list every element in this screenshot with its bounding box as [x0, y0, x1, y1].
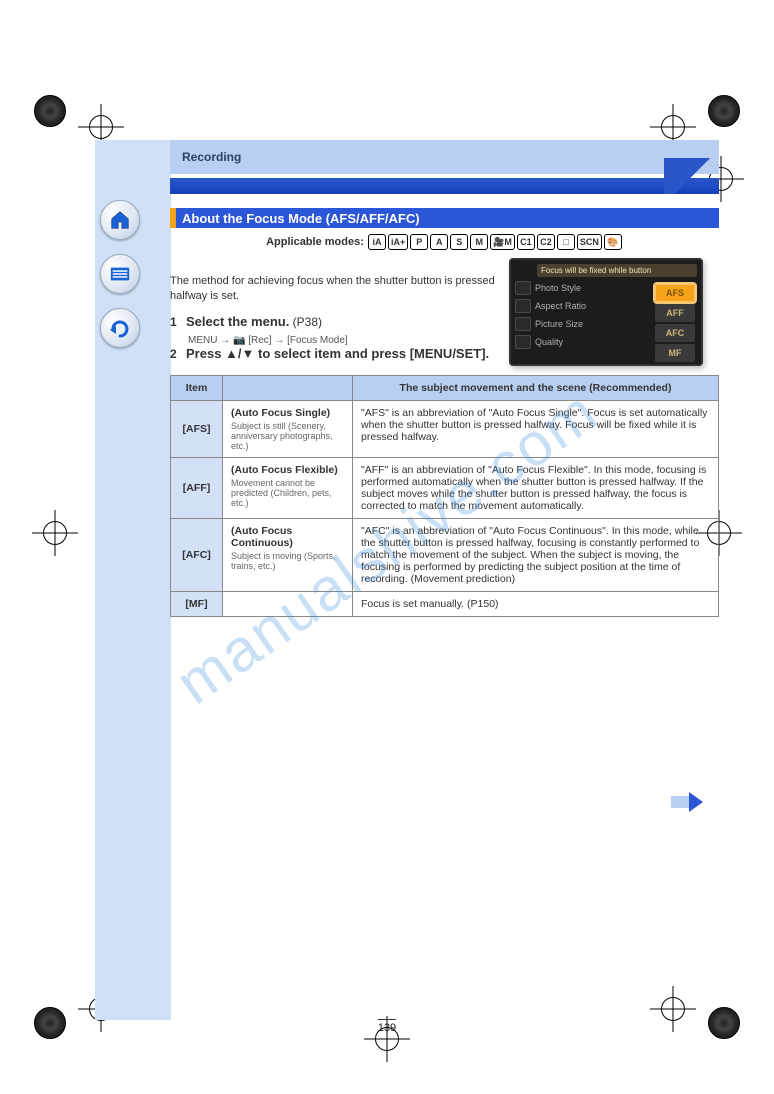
- thumb-option: AFC: [655, 324, 695, 342]
- thumb-option: AFF: [655, 304, 695, 322]
- mode-icon: SCN: [577, 234, 602, 250]
- sub-cell: (Auto Focus Continuous)Subject is moving…: [223, 518, 353, 591]
- mode-icon: C1: [517, 234, 535, 250]
- thumb-option: AFS: [655, 284, 695, 302]
- aspect-ratio-icon: [515, 299, 531, 313]
- camera-screen-thumbnail: Focus will be fixed while button Photo S…: [509, 258, 703, 366]
- mode-icon: □: [557, 234, 575, 250]
- mode-icon: iA: [368, 234, 386, 250]
- th-blank: [223, 375, 353, 400]
- continue-arrow-icon: [689, 792, 703, 812]
- picture-size-icon: [515, 317, 531, 331]
- desc-cell: "AFF" is an abbreviation of "Auto Focus …: [353, 457, 719, 518]
- blue-divider-bar: [170, 178, 719, 194]
- mode-icon-strip: iAiA+PASM🎥MC1C2□SCN🎨: [367, 237, 623, 248]
- thumb-banner: Focus will be fixed while button: [537, 264, 697, 277]
- applicable-modes-label: Applicable modes:: [266, 236, 364, 248]
- menu-nav-button[interactable]: [100, 254, 140, 294]
- table-row: [AFC](Auto Focus Continuous)Subject is m…: [171, 518, 719, 591]
- table-row: [MF] Focus is set manually. (P150): [171, 591, 719, 616]
- desc-cell: "AFS" is an abbreviation of "Auto Focus …: [353, 400, 719, 457]
- mode-icon: S: [450, 234, 468, 250]
- mode-icon: iA+: [388, 234, 408, 250]
- desc-cell: Focus is set manually. (P150): [353, 591, 719, 616]
- mode-cell: [AFC]: [171, 518, 223, 591]
- mode-icon: 🎥M: [490, 234, 515, 250]
- sub-cell: (Auto Focus Flexible)Movement cannot be …: [223, 457, 353, 518]
- table-row: [AFF](Auto Focus Flexible)Movement canno…: [171, 457, 719, 518]
- th-desc: The subject movement and the scene (Reco…: [353, 375, 719, 400]
- mode-icon: A: [430, 234, 448, 250]
- back-nav-button[interactable]: [100, 308, 140, 348]
- mode-cell: [AFF]: [171, 457, 223, 518]
- mode-icon: P: [410, 234, 428, 250]
- thumb-option: MF: [655, 344, 695, 362]
- sub-cell: (Auto Focus Single)Subject is still (Sce…: [223, 400, 353, 457]
- mode-icon: M: [470, 234, 488, 250]
- page-category-band: Recording: [170, 140, 719, 174]
- step-menu-path: MENU → 📷 [Rec] → [Focus Mode]: [188, 335, 499, 346]
- applicable-modes-row: Applicable modes: iAiA+PASM🎥MC1C2□SCN🎨: [170, 234, 719, 250]
- photo-style-icon: [515, 281, 531, 295]
- sub-cell: [223, 591, 353, 616]
- step: 2Press ▲/▼ to select item and press [MEN…: [170, 346, 499, 361]
- section-title: About the Focus Mode (AFS/AFF/AFC): [170, 208, 719, 228]
- th-item: Item: [171, 375, 223, 400]
- mode-cell: [AFS]: [171, 400, 223, 457]
- table-row: [AFS](Auto Focus Single)Subject is still…: [171, 400, 719, 457]
- mode-icon: C2: [537, 234, 555, 250]
- focus-mode-table: Item The subject movement and the scene …: [170, 375, 719, 617]
- desc-cell: "AFC" is an abbreviation of "Auto Focus …: [353, 518, 719, 591]
- home-nav-button[interactable]: [100, 200, 140, 240]
- mode-cell: [MF]: [171, 591, 223, 616]
- step: 1Select the menu. (P38): [170, 314, 499, 329]
- quality-icon: [515, 335, 531, 349]
- mode-icon: 🎨: [604, 234, 622, 250]
